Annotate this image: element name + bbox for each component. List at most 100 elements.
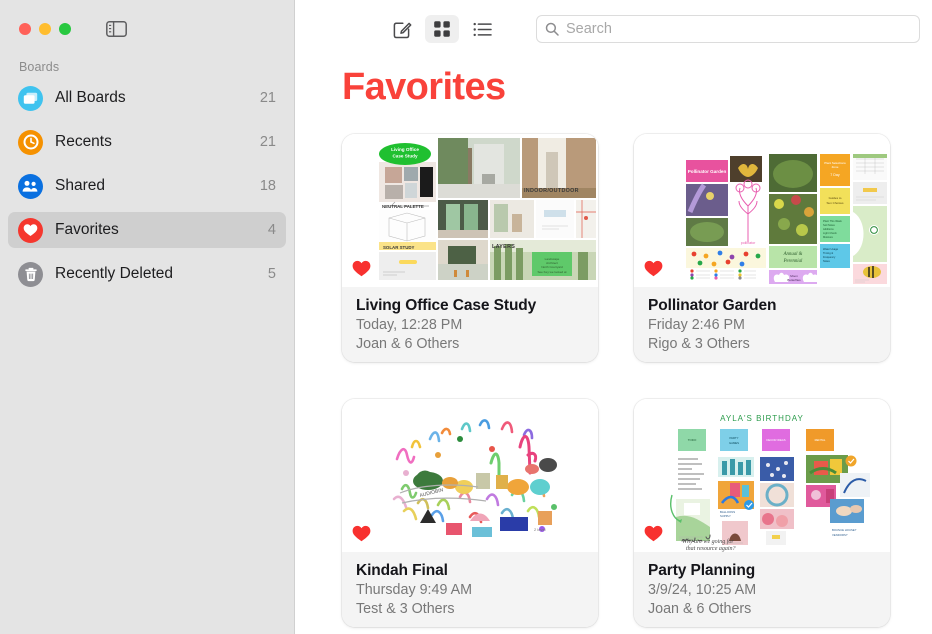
search-icon <box>545 22 559 36</box>
svg-text:Pollinator Garden: Pollinator Garden <box>688 169 727 174</box>
svg-text:7 Day: 7 Day <box>830 173 840 177</box>
thumbnail-art: Pollinator Garden pollinator Annual & Pe… <box>634 134 890 287</box>
svg-text:Plant This Week: Plant This Week <box>823 219 842 223</box>
svg-text:LAYERS: LAYERS <box>492 244 515 250</box>
grid-view-button[interactable] <box>425 15 459 43</box>
svg-text:Living Office: Living Office <box>391 147 419 152</box>
svg-text:Perennial: Perennial <box>783 259 803 264</box>
board-date: Friday 2:46 PM <box>648 317 745 334</box>
board-card[interactable]: Pollinator Garden pollinator Annual & Pe… <box>634 134 890 362</box>
board-people: Test & 3 Others <box>356 601 455 618</box>
sidebar-item-recents[interactable]: Recents 21 <box>8 124 286 160</box>
close-button[interactable] <box>19 23 31 35</box>
svg-text:that resource again?: that resource again? <box>686 546 736 552</box>
svg-text:Soil Notes: Soil Notes <box>823 223 836 227</box>
window-controls <box>19 23 71 35</box>
sidebar-item-count: 4 <box>267 222 276 238</box>
page-title: Favorites <box>342 66 506 108</box>
sidebar-item-recently-deleted[interactable]: Recently Deleted 5 <box>8 256 286 292</box>
sidebar-item-count: 21 <box>259 90 276 106</box>
titlebar <box>0 0 294 58</box>
board-card-footer: Kindah Final Thursday 9:49 AM Test & 3 O… <box>342 552 598 627</box>
boards-icon <box>18 85 43 111</box>
svg-text:RENTAL: RENTAL <box>815 438 826 442</box>
svg-text:VENDORS?: VENDORS? <box>832 533 848 537</box>
new-board-button[interactable] <box>385 15 419 43</box>
people-icon <box>18 173 43 199</box>
svg-text:DECOR IDEAS: DECOR IDEAS <box>766 438 785 442</box>
board-card[interactable]: AUDIOBIN 2 level Kindah Final Thursday 9… <box>342 399 598 627</box>
favorite-badge-icon[interactable] <box>352 260 371 279</box>
thumbnail-art: AUDIOBIN 2 level <box>342 399 598 552</box>
svg-text:AYLA'S BIRTHDAY: AYLA'S BIRTHDAY <box>720 414 804 423</box>
board-date: Thursday 9:49 AM <box>356 582 473 599</box>
board-card-footer: Pollinator Garden Friday 2:46 PM Rigo & … <box>634 287 890 362</box>
svg-text:Notes: Notes <box>823 259 830 263</box>
svg-text:See Key we looked at: See Key we looked at <box>537 270 566 274</box>
zoom-button[interactable] <box>59 23 71 35</box>
toolbar <box>295 0 932 58</box>
svg-text:BOUNCE HOUSE?: BOUNCE HOUSE? <box>832 528 857 532</box>
app-window: Boards All Boards 21 Recents 21 Shared 1… <box>0 0 932 634</box>
heart-icon <box>18 217 43 243</box>
list-view-button[interactable] <box>465 15 499 43</box>
board-date: 3/9/24, 10:25 AM <box>648 582 757 599</box>
svg-text:PARTY: PARTY <box>729 436 738 440</box>
svg-text:Additions: Additions <box>823 227 834 231</box>
board-title: Kindah Final <box>356 562 448 579</box>
thumbnail-art: AYLA'S BIRTHDAY TODO PARTY GAMES BALLOON… <box>634 399 890 552</box>
svg-text:TODO: TODO <box>688 438 697 442</box>
svg-text:Zone: Zone <box>832 165 839 169</box>
svg-text:Guides to: Guides to <box>829 196 842 200</box>
sidebar-item-label: Favorites <box>55 221 119 238</box>
sidebar-item-shared[interactable]: Shared 18 <box>8 168 286 204</box>
minimize-button[interactable] <box>39 23 51 35</box>
trash-icon <box>18 261 43 287</box>
sidebar-item-label: Shared <box>55 177 105 194</box>
favorite-badge-icon[interactable] <box>644 525 663 544</box>
sidebar-item-count: 5 <box>267 266 276 282</box>
svg-text:Why are we going for: Why are we going for <box>682 538 734 545</box>
sidebar-item-favorites[interactable]: Favorites 4 <box>8 212 286 248</box>
board-title: Living Office Case Study <box>356 297 537 314</box>
search-input[interactable] <box>566 21 911 37</box>
svg-text:Case Study: Case Study <box>392 154 417 159</box>
board-thumbnail: AUDIOBIN 2 level <box>342 399 598 552</box>
thumbnail-art: INDOOR/OUTDOOR LAYERS NEUTRAL PALETTE SO… <box>342 134 598 287</box>
board-card-footer: Party Planning 3/9/24, 10:25 AM Joan & 6… <box>634 552 890 627</box>
svg-text:pollinator: pollinator <box>741 241 756 245</box>
sidebar-item-label: All Boards <box>55 89 126 106</box>
sidebar-item-count: 21 <box>259 134 276 150</box>
sidebar: Boards All Boards 21 Recents 21 Shared 1… <box>0 0 295 634</box>
svg-text:SUPPLY: SUPPLY <box>720 514 731 518</box>
board-title: Party Planning <box>648 562 756 579</box>
board-thumbnail: AYLA'S BIRTHDAY TODO PARTY GAMES BALLOON… <box>634 399 890 552</box>
svg-text:INDOOR/OUTDOOR: INDOOR/OUTDOOR <box>524 188 579 194</box>
sidebar-toggle-icon[interactable] <box>105 20 127 38</box>
sidebar-item-label: Recently Deleted <box>55 265 174 282</box>
sidebar-nav: All Boards 21 Recents 21 Shared 18 Favor… <box>0 80 294 292</box>
sidebar-item-all-boards[interactable]: All Boards 21 <box>8 80 286 116</box>
svg-text:Timing &: Timing & <box>823 251 833 255</box>
board-card[interactable]: INDOOR/OUTDOOR LAYERS NEUTRAL PALETTE SO… <box>342 134 598 362</box>
sidebar-item-count: 18 <box>259 178 276 194</box>
svg-text:Annual &: Annual & <box>783 252 803 257</box>
board-thumbnail: INDOOR/OUTDOOR LAYERS NEUTRAL PALETTE SO… <box>342 134 598 287</box>
search-field[interactable] <box>536 15 920 43</box>
board-people: Joan & 6 Others <box>356 336 460 353</box>
svg-text:North Courtyard: North Courtyard <box>541 265 563 269</box>
svg-text:Sun Choices: Sun Choices <box>826 201 844 205</box>
favorite-badge-icon[interactable] <box>644 260 663 279</box>
svg-text:Moisture: Moisture <box>823 235 834 239</box>
board-title: Pollinator Garden <box>648 297 777 314</box>
svg-text:Frequency: Frequency <box>823 255 836 259</box>
board-card[interactable]: AYLA'S BIRTHDAY TODO PARTY GAMES BALLOON… <box>634 399 890 627</box>
board-card-footer: Living Office Case Study Today, 12:28 PM… <box>342 287 598 362</box>
sidebar-section-label: Boards <box>19 60 60 74</box>
main-content: Favorites <box>295 0 932 634</box>
board-date: Today, 12:28 PM <box>356 317 463 334</box>
svg-text:Butterflies: Butterflies <box>787 278 801 282</box>
svg-text:Light Check: Light Check <box>823 231 837 235</box>
favorite-badge-icon[interactable] <box>352 525 371 544</box>
clock-icon <box>18 129 43 155</box>
